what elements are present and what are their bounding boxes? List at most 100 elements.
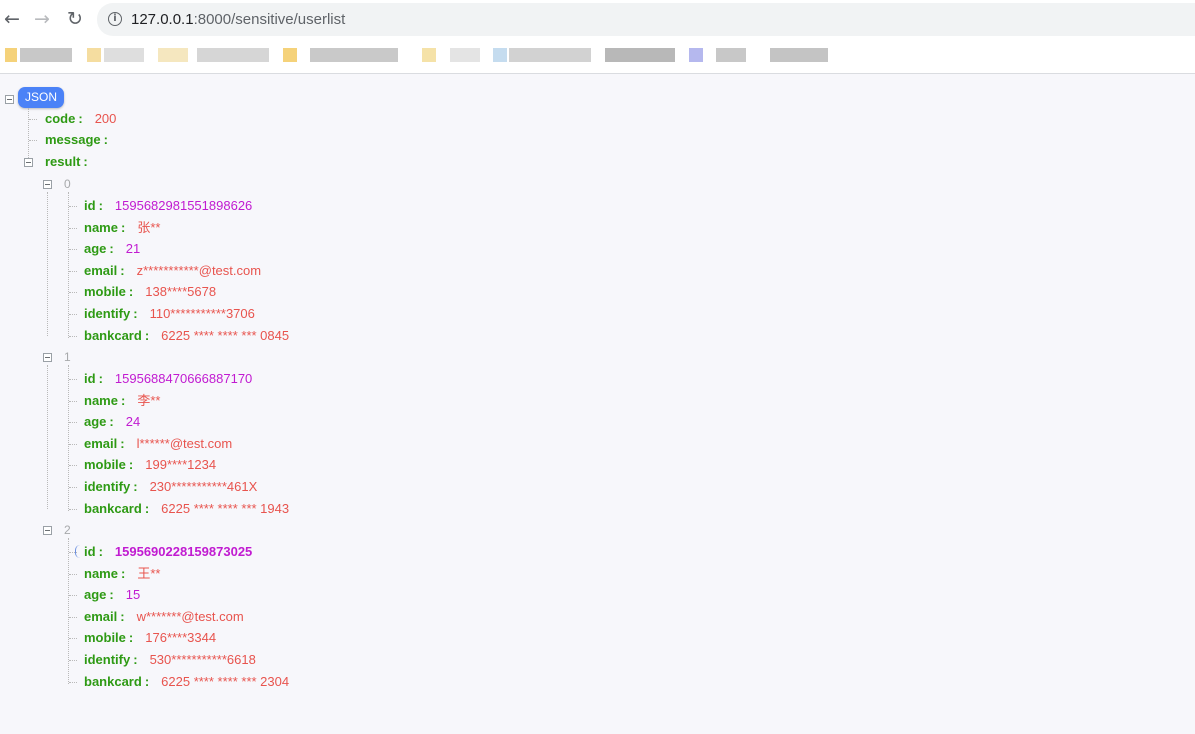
key-id: id	[84, 544, 96, 559]
field-row-name[interactable]: name: 李**	[84, 391, 160, 411]
bookmark-item-blurred[interactable]	[104, 48, 144, 62]
field-row-mobile[interactable]: mobile:176****3344	[84, 628, 216, 648]
field-row-identify[interactable]: identify:110***********3706	[84, 304, 255, 324]
field-row-mobile[interactable]: mobile:138****5678	[84, 282, 216, 302]
bookmark-item-blurred[interactable]	[770, 48, 828, 62]
field-row-mobile[interactable]: mobile:199****1234	[84, 455, 216, 475]
tree-row-message[interactable]: message:	[45, 130, 120, 150]
value-id: 1595688470666887170	[114, 371, 253, 386]
result-index-row[interactable]: 0	[64, 174, 71, 194]
key-name: name	[84, 393, 118, 408]
json-badge[interactable]: JSON	[18, 87, 65, 108]
back-arrow-icon[interactable]: ←	[1, 8, 23, 30]
value-email: w*******@test.com	[136, 609, 244, 624]
field-row-age[interactable]: age:15	[84, 585, 140, 605]
field-row-identify[interactable]: identify:230***********461X	[84, 477, 257, 497]
bookmark-item-blurred[interactable]	[509, 48, 591, 62]
bookmark-item-blurred[interactable]	[716, 48, 746, 62]
bookmark-item-blurred[interactable]	[689, 48, 703, 62]
field-row-email[interactable]: email: l******@test.com	[84, 434, 232, 454]
url-host: 127.0.0.1	[131, 11, 194, 28]
field-row-name[interactable]: name: 王**	[84, 564, 160, 584]
tree-guide	[69, 574, 77, 575]
bookmark-item-blurred[interactable]	[450, 48, 480, 62]
colon: :	[128, 630, 134, 645]
tree-guide	[69, 206, 77, 207]
field-row-email[interactable]: email: w*******@test.com	[84, 607, 244, 627]
collapse-toggle-icon[interactable]	[43, 526, 52, 535]
colon: :	[133, 652, 138, 667]
bookmark-item-blurred[interactable]	[158, 48, 188, 62]
field-row-age[interactable]: age:21	[84, 239, 140, 259]
bookmark-folder-icon[interactable]	[5, 48, 17, 62]
key-age: age	[84, 587, 107, 602]
colon: :	[144, 674, 150, 689]
key-identify: identify	[84, 306, 131, 321]
value-mobile: 138****5678	[145, 284, 217, 299]
bookmark-item-blurred[interactable]	[493, 48, 507, 62]
tree-guide	[68, 365, 69, 511]
collapse-toggle-icon[interactable]	[24, 158, 33, 167]
collapse-toggle-icon[interactable]	[5, 95, 14, 104]
field-row-bankcard[interactable]: bankcard:6225 **** **** *** 2304	[84, 672, 289, 692]
key-bankcard: bankcard	[84, 674, 142, 689]
collapse-toggle-icon[interactable]	[43, 353, 52, 362]
field-row-age[interactable]: age:24	[84, 412, 140, 432]
tree-guide	[69, 617, 77, 618]
url-text[interactable]: 127.0.0.1:8000/sensitive/userlist	[131, 11, 345, 28]
colon: :	[109, 414, 114, 429]
key-identify: identify	[84, 479, 131, 494]
field-row-id[interactable]: id:1595682981551898626	[84, 196, 252, 216]
tree-row-code[interactable]: code:200	[45, 109, 116, 129]
tree-guide	[69, 292, 77, 293]
url-path: :8000/sensitive/userlist	[193, 11, 346, 28]
value-name: 张**	[137, 220, 161, 235]
tree-guide	[69, 314, 77, 315]
bookmark-item-blurred[interactable]	[20, 48, 72, 62]
tree-guide	[29, 140, 37, 141]
value-identify: 530***********6618	[149, 652, 256, 667]
field-row-email[interactable]: email: z***********@test.com	[84, 261, 261, 281]
field-row-id[interactable]: id:1595690228159873025	[84, 542, 252, 562]
address-bar[interactable]: i 127.0.0.1:8000/sensitive/userlist	[97, 3, 1195, 36]
tree-guide	[69, 509, 77, 510]
tree-guide	[68, 538, 69, 684]
value-id: 1595682981551898626	[114, 198, 253, 213]
result-index: 0	[64, 177, 71, 191]
field-row-name[interactable]: name: 张**	[84, 218, 160, 238]
bookmark-item-blurred[interactable]	[605, 48, 675, 62]
info-icon[interactable]: i	[108, 12, 122, 26]
collapse-toggle-icon[interactable]	[43, 180, 52, 189]
key-code: code	[45, 111, 76, 126]
bookmark-item-blurred[interactable]	[197, 48, 269, 62]
tree-guide	[69, 401, 77, 402]
bookmark-folder-icon[interactable]	[87, 48, 101, 62]
result-index-row[interactable]: 2	[64, 520, 71, 540]
key-identify: identify	[84, 652, 131, 667]
field-row-bankcard[interactable]: bankcard:6225 **** **** *** 1943	[84, 499, 289, 519]
field-row-bankcard[interactable]: bankcard:6225 **** **** *** 0845	[84, 326, 289, 346]
value-name: 王**	[137, 566, 161, 581]
tree-guide	[29, 119, 37, 120]
bookmark-folder-icon[interactable]	[422, 48, 436, 62]
forward-arrow-icon[interactable]: →	[31, 8, 53, 30]
key-bankcard: bankcard	[84, 501, 142, 516]
field-row-id[interactable]: id:1595688470666887170	[84, 369, 252, 389]
value-email: l******@test.com	[136, 436, 233, 451]
tree-guide	[69, 444, 77, 445]
tree-guide	[69, 379, 77, 380]
colon: :	[78, 111, 83, 126]
result-index-row[interactable]: 1	[64, 347, 71, 367]
bookmark-folder-icon[interactable]	[283, 48, 297, 62]
tree-guide	[69, 422, 77, 423]
reload-icon[interactable]: ↻	[64, 8, 86, 30]
colon: :	[128, 457, 134, 472]
key-email: email	[84, 436, 118, 451]
tree-row-result[interactable]: result:	[45, 152, 88, 172]
result-index: 2	[64, 523, 71, 537]
browser-toolbar: ← → ↻ i 127.0.0.1:8000/sensitive/userlis…	[0, 0, 1195, 38]
bookmark-item-blurred[interactable]	[310, 48, 398, 62]
field-row-identify[interactable]: identify:530***********6618	[84, 650, 256, 670]
tree-guide	[69, 487, 77, 488]
key-id: id	[84, 371, 96, 386]
